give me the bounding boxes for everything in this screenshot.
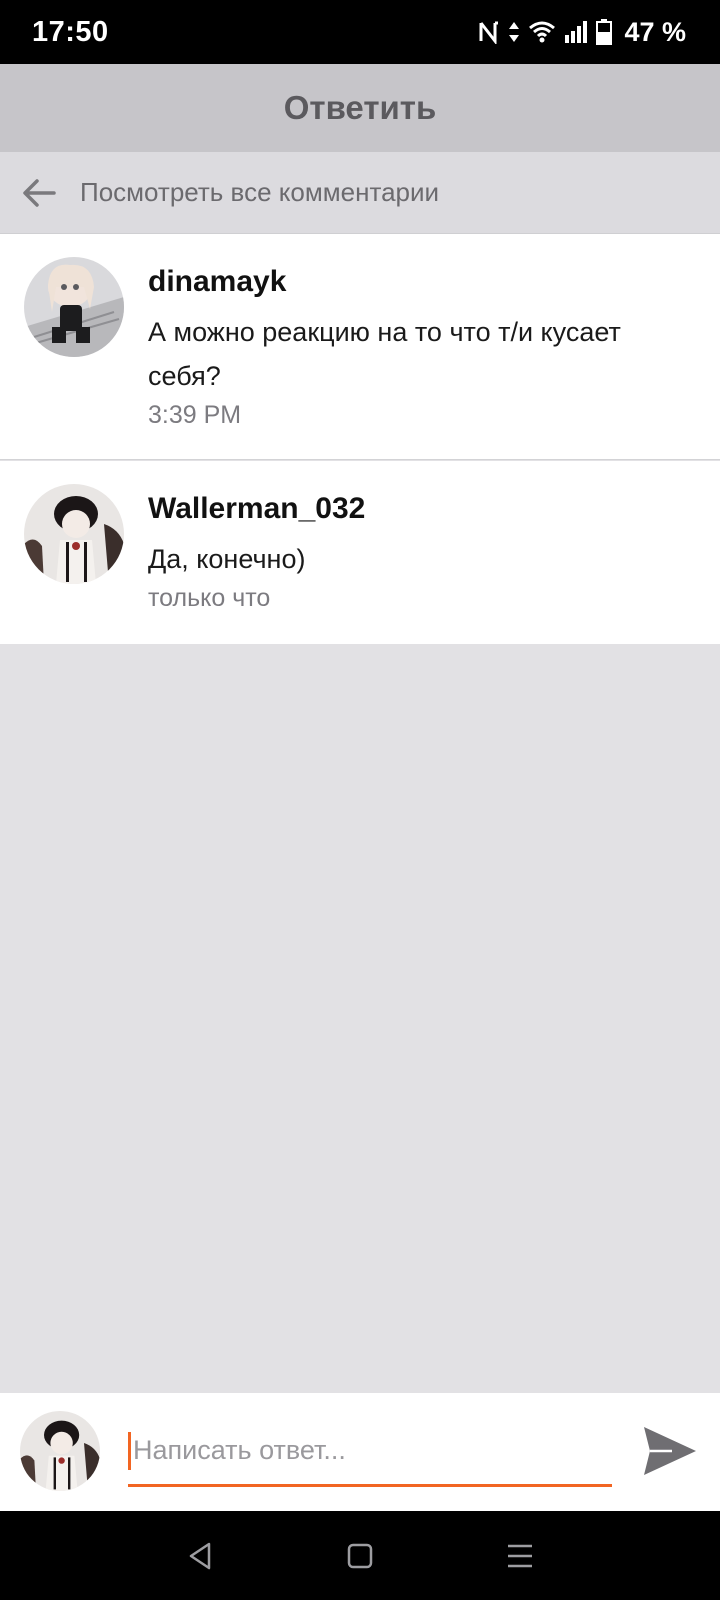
reply-field[interactable] (128, 1417, 612, 1487)
comment-time: 3:39 PM (148, 401, 242, 429)
comment-item[interactable]: dinamayk А можно реакцию на то что т/и к… (0, 234, 720, 460)
back-arrow-icon (22, 175, 58, 211)
avatar[interactable] (24, 257, 124, 357)
status-icons: 47 % (478, 17, 686, 48)
avatar[interactable] (24, 484, 124, 584)
send-icon (642, 1425, 698, 1482)
comment-username[interactable]: Wallerman_032 (148, 491, 680, 527)
wifi-icon (528, 21, 556, 43)
send-button[interactable] (640, 1425, 700, 1481)
battery-percent: 47 % (624, 16, 686, 47)
system-nav-bar (0, 1511, 720, 1600)
comment-text: А можно реакцию на то что т/и кусает себ… (148, 317, 621, 391)
view-all-comments-button[interactable]: Посмотреть все комментарии (0, 152, 720, 234)
page-title: Ответить (283, 89, 437, 126)
home-nav-icon[interactable] (338, 1534, 382, 1578)
nfc-icon (478, 20, 500, 44)
text-caret (128, 1431, 131, 1470)
status-bar: 17:50 47 % (0, 0, 720, 64)
comment-time: только что (148, 584, 271, 612)
view-all-label: Посмотреть все комментарии (80, 177, 440, 207)
status-time: 17:50 (32, 15, 109, 48)
comment-username[interactable]: dinamayk (148, 264, 680, 300)
data-arrows-icon (508, 20, 520, 44)
signal-icon (564, 21, 588, 43)
back-nav-icon[interactable] (178, 1534, 222, 1578)
app-header: Ответить (0, 64, 720, 152)
comment-item[interactable]: Wallerman_032 Да, конечно) только что (0, 461, 720, 644)
reply-input[interactable] (133, 1435, 593, 1466)
menu-nav-icon[interactable] (498, 1534, 542, 1578)
avatar (20, 1411, 100, 1491)
comment-text: Да, конечно) (148, 544, 306, 574)
reply-bar (0, 1393, 720, 1511)
battery-icon (596, 19, 613, 45)
